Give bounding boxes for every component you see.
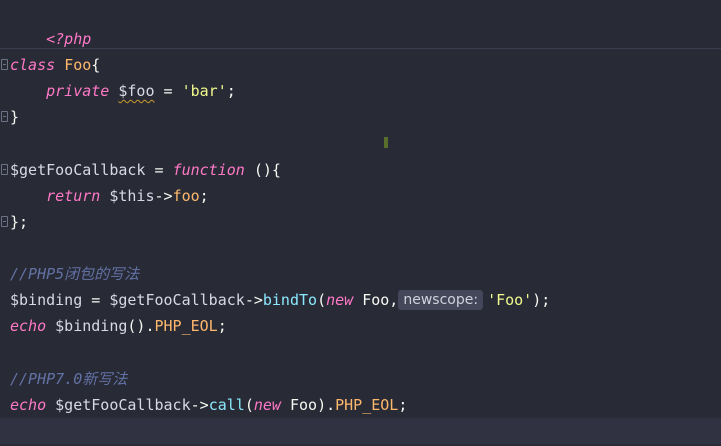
class-ref: Foo, <box>353 291 399 309</box>
class-ref: Foo <box>280 396 318 414</box>
code-editor[interactable]: <?php class Foo{ private $foo = 'bar'; }… <box>0 0 721 446</box>
method-bindto: bindTo <box>262 291 318 309</box>
binding-variable: $binding <box>46 317 128 335</box>
code-line-return[interactable]: return $this->foo; <box>10 183 209 209</box>
call-parens: (). <box>127 317 155 335</box>
text-cursor-marker <box>384 137 388 148</box>
code-line-echo-binding[interactable]: echo $binding().PHP_EOL; <box>10 313 227 339</box>
semicolon: ; <box>226 82 236 100</box>
keyword-echo: echo <box>10 317 47 335</box>
code-line-php-open[interactable]: <?php <box>10 0 91 48</box>
keyword-echo: echo <box>10 396 47 414</box>
property-access: foo <box>172 187 200 205</box>
code-line-echo-call[interactable]: echo $getFooCallback->call(new Foo).PHP_… <box>10 392 407 418</box>
string-literal: 'Foo' <box>487 291 533 309</box>
fold-class-end-icon[interactable] <box>1 111 8 122</box>
assign-op: = <box>145 161 173 179</box>
semicolon: ; <box>199 187 209 205</box>
arrow-operator: -> <box>190 396 209 414</box>
code-line-comment-php7[interactable]: //PHP7.0新写法 <box>10 366 127 392</box>
assign-op: = <box>154 82 182 100</box>
code-line-comment-php5[interactable]: //PHP5闭包的写法 <box>10 261 139 287</box>
function-signature: (){ <box>244 161 281 179</box>
arrow-operator: -> <box>154 187 173 205</box>
keyword-new: new <box>326 291 354 309</box>
code-line-callback[interactable]: $getFooCallback = function (){ <box>10 157 281 183</box>
assign-op: = <box>82 291 110 309</box>
keyword-class: class <box>10 56 56 74</box>
constant-php-eol: PHP_EOL <box>335 396 399 414</box>
code-line-class[interactable]: class Foo{ <box>10 52 100 78</box>
this-variable: $this <box>100 187 155 205</box>
paren-open: ( <box>317 291 327 309</box>
php-open-tag: <?php <box>46 30 92 48</box>
callback-variable: $getFooCallback <box>46 396 191 414</box>
comment: //PHP5闭包的写法 <box>10 265 140 283</box>
property-variable: $foo <box>118 82 155 100</box>
current-line-highlight <box>0 418 721 444</box>
fold-class-icon[interactable] <box>1 59 8 70</box>
code-line-class-close[interactable]: } <box>10 104 19 130</box>
paren-close: ); <box>532 291 551 309</box>
callback-variable: $getFooCallback <box>10 161 146 179</box>
paren-open: ( <box>244 396 254 414</box>
brace-open: { <box>91 56 101 74</box>
line-separator <box>0 48 721 49</box>
arrow-operator: -> <box>244 291 263 309</box>
keyword-function: function <box>172 161 245 179</box>
code-line-binding[interactable]: $binding = $getFooCallback->bindTo(new F… <box>10 287 550 313</box>
class-name: Foo <box>64 56 92 74</box>
keyword-return: return <box>46 187 101 205</box>
code-line-property[interactable]: private $foo = 'bar'; <box>10 78 236 104</box>
fold-function-end-icon[interactable] <box>1 216 8 227</box>
semicolon: ; <box>398 396 408 414</box>
method-call: call <box>208 396 245 414</box>
brace-close: }; <box>10 213 29 231</box>
keyword-new: new <box>253 396 281 414</box>
keyword-private: private <box>46 82 110 100</box>
callback-variable: $getFooCallback <box>109 291 245 309</box>
paren-close: ). <box>317 396 336 414</box>
code-line-callback-close[interactable]: }; <box>10 209 28 235</box>
brace-close: } <box>10 108 20 126</box>
comment: //PHP7.0新写法 <box>10 370 128 388</box>
semicolon: ; <box>217 317 227 335</box>
string-literal: 'bar' <box>181 82 227 100</box>
constant-php-eol: PHP_EOL <box>154 317 218 335</box>
parameter-hint: newscope: <box>398 290 484 310</box>
fold-function-icon[interactable] <box>1 164 8 175</box>
binding-variable: $binding <box>10 291 83 309</box>
